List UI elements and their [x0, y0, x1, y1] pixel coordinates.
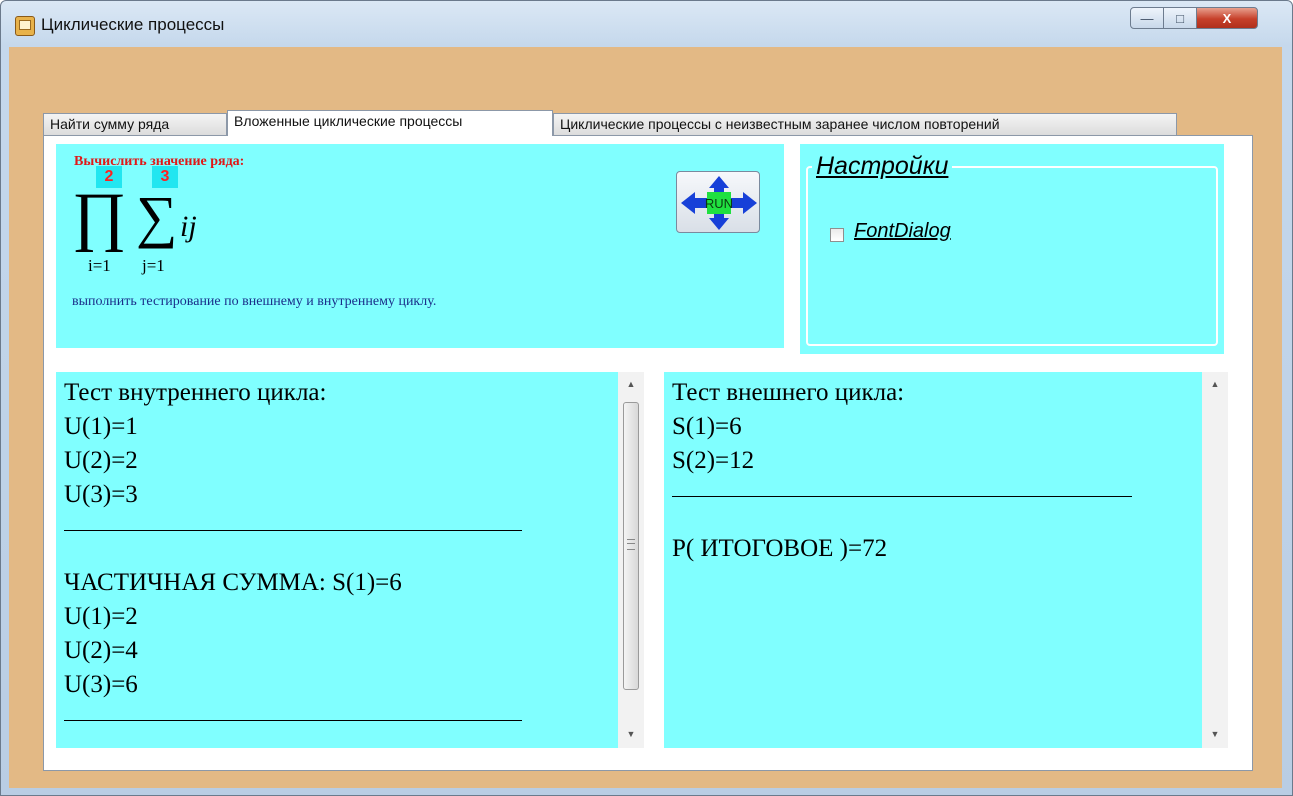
product-symbol: ∏ [72, 180, 127, 253]
task-panel: Вычислить значение ряда: 2 3 ∏ ∑ ij i=1 … [56, 144, 784, 348]
output-line: Тест внутреннего цикла: [64, 379, 327, 406]
tab-nested-loops[interactable]: Вложенные циклические процессы [227, 110, 553, 136]
output-line: U(1)=2 [64, 603, 138, 630]
close-button[interactable]: X [1196, 7, 1258, 29]
run-button-label: RUN [705, 196, 733, 211]
output-line: U(3)=3 [64, 481, 138, 508]
fontdialog-checkbox[interactable] [830, 228, 844, 242]
app-icon[interactable] [15, 16, 35, 36]
separator-line [672, 496, 1132, 532]
inner-loop-scrollbar[interactable]: ▲ ▼ [618, 372, 644, 748]
outer-lower-limit: i=1 [88, 256, 111, 275]
settings-groupbox-border [806, 166, 1218, 346]
minimize-button[interactable]: — [1130, 7, 1164, 29]
series-expression: ij [180, 210, 197, 243]
task-description: выполнить тестирование по внешнему и вну… [72, 294, 437, 309]
scroll-up-icon[interactable]: ▲ [618, 374, 644, 394]
minimize-icon: — [1140, 10, 1154, 26]
output-line: S(2)=12 [672, 447, 755, 474]
output-line: ЧАСТИЧНАЯ СУММА: S(1)=6 [64, 569, 402, 596]
scroll-thumb[interactable] [623, 402, 639, 690]
output-line: U(3)=6 [64, 671, 138, 698]
scroll-down-icon[interactable]: ▼ [618, 724, 644, 744]
maximize-button[interactable]: □ [1163, 7, 1197, 29]
sum-symbol: ∑ [136, 184, 178, 249]
separator-line [64, 720, 522, 756]
window-title: Циклические процессы [41, 15, 225, 34]
tab-unknown-repetitions[interactable]: Циклические процессы с неизвестным заран… [553, 113, 1177, 135]
output-line: U(2)=4 [64, 637, 138, 664]
output-line: Тест внешнего цикла: [672, 379, 905, 406]
output-line: S(1)=6 [672, 413, 742, 440]
inner-lower-limit: j=1 [142, 256, 165, 275]
form-client-area: Найти сумму ряда Вложенные циклические п… [9, 47, 1282, 788]
run-button[interactable]: RUN [676, 171, 760, 233]
tab-series-sum[interactable]: Найти сумму ряда [43, 113, 227, 135]
separator-line [64, 530, 522, 566]
outer-loop-text: Тест внешнего цикла: S(1)=6 S(2)=12 P( ИТОГ… [672, 376, 1132, 566]
run-arrows-icon: RUN [681, 176, 757, 230]
title-bar[interactable]: Циклические процессы — □ X [1, 1, 1292, 47]
scroll-down-icon[interactable]: ▼ [1202, 724, 1228, 744]
settings-legend: Настройки [812, 152, 953, 181]
close-icon: X [1222, 10, 1232, 26]
scroll-up-icon[interactable]: ▲ [1202, 374, 1228, 394]
fontdialog-label[interactable]: FontDialog [854, 220, 951, 243]
tab-page-nested-loops: Вычислить значение ряда: 2 3 ∏ ∑ ij i=1 … [43, 135, 1253, 771]
inner-loop-output[interactable]: Тест внутреннего цикла: U(1)=1 U(2)=2 U(3)=… [56, 372, 644, 748]
app-window: Циклические процессы — □ X Найти сумму р… [0, 0, 1293, 796]
output-line: P( ИТОГОВОЕ )=72 [672, 535, 888, 562]
outer-loop-scrollbar[interactable]: ▲ ▼ [1202, 372, 1228, 748]
settings-panel: Настройки FontDialog [800, 144, 1224, 354]
output-line: U(1)=1 [64, 413, 138, 440]
outer-loop-output[interactable]: Тест внешнего цикла: S(1)=6 S(2)=12 P( ИТОГ… [664, 372, 1228, 748]
maximize-icon: □ [1176, 10, 1184, 26]
output-line: U(2)=2 [64, 447, 138, 474]
inner-loop-text: Тест внутреннего цикла: U(1)=1 U(2)=2 U(3)=… [64, 376, 522, 756]
